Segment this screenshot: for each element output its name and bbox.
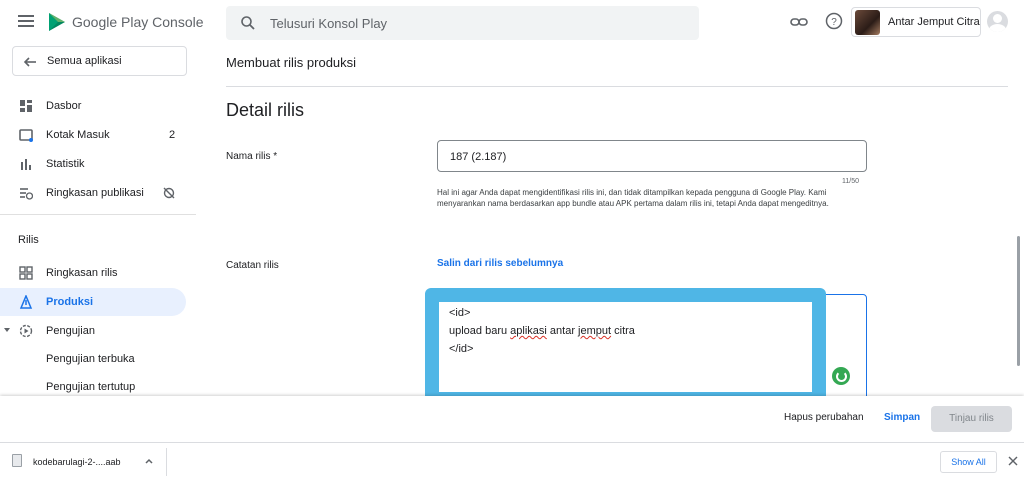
release-notes-highlight: <id> upload baru aplikasi antar jemput c…: [425, 288, 826, 406]
required-mark: *: [273, 151, 278, 162]
copy-previous-release-link[interactable]: Salin dari rilis sebelumnya: [437, 258, 563, 269]
sidebar-item-label: Produksi: [46, 296, 94, 308]
bar-chart-icon: [21, 159, 31, 170]
notes-text-misspelled: jemput: [578, 325, 612, 337]
play-console-logo[interactable]: [46, 11, 68, 33]
chevron-up-icon[interactable]: [144, 456, 154, 466]
sidebar-item-label: Ringkasan rilis: [46, 267, 118, 279]
all-apps-button[interactable]: Semua aplikasi: [12, 46, 187, 76]
sync-off-icon: [163, 187, 175, 199]
brand-title: Google Play Console: [72, 14, 204, 30]
notes-text-misspelled: aplikasi: [510, 325, 547, 337]
top-app-bar: Google Play Console Telusuri Konsol Play…: [0, 0, 1024, 44]
dashboard-icon: [20, 100, 32, 112]
avatar[interactable]: [987, 11, 1008, 32]
sidebar-divider: [0, 214, 196, 215]
close-icon[interactable]: [1007, 455, 1019, 467]
sidebar-item-pengujian-terbuka[interactable]: Pengujian terbuka: [0, 345, 186, 373]
section-label-rilis: Rilis: [18, 234, 39, 246]
downloads-bar: kodebarulagi-2-....aab Show All: [0, 442, 1024, 480]
release-name-field[interactable]: 187 (2.187): [437, 140, 867, 172]
release-notes-label: Catatan rilis: [226, 260, 279, 271]
notes-line-2: upload baru aplikasi antar jemput citra: [449, 325, 635, 337]
app-thumbnail: [855, 10, 880, 35]
release-name-helper: Hal ini agar Anda dapat mengidentifikasi…: [437, 188, 829, 208]
scrollbar[interactable]: [1017, 236, 1020, 366]
all-apps-label: Semua aplikasi: [47, 55, 122, 67]
review-release-button[interactable]: Tinjau rilis: [931, 406, 1012, 432]
sidebar-item-label: Pengujian: [46, 325, 95, 337]
sidebar-item-ringkasan-publikasi[interactable]: Ringkasan publikasi: [0, 179, 186, 207]
inbox-count-badge: 2: [169, 129, 176, 141]
account-name: Antar Jemput Citra: [888, 16, 980, 28]
grammarly-icon[interactable]: [832, 367, 850, 385]
download-file-name[interactable]: kodebarulagi-2-....aab: [33, 457, 121, 467]
char-counter: 11/50: [842, 178, 859, 185]
sidebar-item-label: Dasbor: [46, 100, 82, 112]
notes-line-1: <id>: [449, 307, 471, 319]
sidebar-item-pengujian[interactable]: Pengujian: [0, 317, 186, 345]
account-switcher[interactable]: Antar Jemput Citra: [851, 7, 981, 37]
file-icon: [12, 454, 22, 467]
show-all-button[interactable]: Show All: [940, 451, 997, 473]
sidebar-item-label: Pengujian terbuka: [46, 353, 135, 365]
release-notes-editor[interactable]: <id> upload baru aplikasi antar jemput c…: [439, 302, 812, 392]
discard-changes-button[interactable]: Hapus perubahan: [784, 412, 864, 423]
inbox-icon: [19, 129, 33, 142]
notes-text: upload baru: [449, 325, 511, 337]
sidebar-item-label: Statistik: [46, 158, 85, 170]
sidebar-item-produksi[interactable]: Produksi: [0, 288, 186, 316]
testing-icon: [19, 324, 33, 338]
search-placeholder: Telusuri Konsol Play: [270, 16, 388, 31]
expand-caret-icon: [4, 328, 10, 332]
grid-icon: [19, 266, 33, 280]
sidebar-item-label: Ringkasan publikasi: [46, 187, 144, 199]
sidebar-item-kotak-masuk[interactable]: Kotak Masuk 2: [0, 121, 186, 149]
sidebar: Semua aplikasi Dasbor Kotak Masuk 2 Stat…: [0, 44, 196, 396]
publishing-icon: [20, 188, 33, 200]
production-icon: [19, 295, 33, 309]
page-title: Membuat rilis produksi: [226, 55, 357, 70]
downloads-separator: [166, 448, 167, 476]
review-release-label: Tinjau rilis: [949, 413, 994, 424]
action-bar: Hapus perubahan Simpan Tinjau rilis: [0, 396, 1024, 442]
release-name-label-text: Nama rilis: [226, 151, 271, 162]
header-divider: [226, 86, 1008, 87]
save-button[interactable]: Simpan: [884, 412, 920, 423]
search-icon: [241, 16, 255, 30]
link-icon[interactable]: [790, 13, 808, 31]
notes-text: citra: [611, 325, 635, 337]
arrow-back-icon: [23, 57, 36, 67]
sidebar-item-ringkasan-rilis[interactable]: Ringkasan rilis: [0, 259, 186, 287]
section-title: Detail rilis: [226, 100, 305, 120]
help-icon[interactable]: ?: [825, 12, 843, 30]
menu-icon[interactable]: [18, 15, 34, 27]
release-name-value: 187 (2.187): [450, 151, 507, 163]
sidebar-item-label: Kotak Masuk: [46, 129, 110, 141]
sidebar-item-statistik[interactable]: Statistik: [0, 150, 186, 178]
sidebar-item-dasbor[interactable]: Dasbor: [0, 92, 186, 120]
sidebar-item-label: Pengujian tertutup: [46, 381, 136, 393]
notes-line-3: </id>: [449, 343, 474, 355]
release-name-label: Nama rilis *: [226, 151, 277, 162]
notes-text: antar: [546, 325, 579, 337]
search-input[interactable]: Telusuri Konsol Play: [226, 6, 699, 40]
svg-text:?: ?: [831, 17, 837, 28]
show-all-label: Show All: [951, 457, 986, 467]
